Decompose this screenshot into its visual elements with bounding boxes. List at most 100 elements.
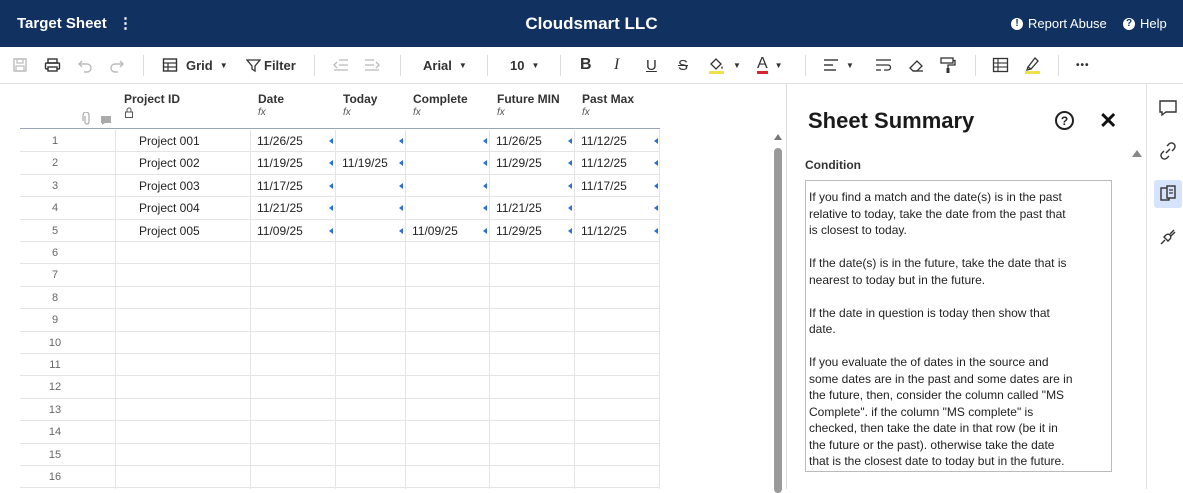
table-row[interactable]: 1 Project 001 11/26/25 11/26/25 11/12/25 (20, 130, 660, 153)
cell-project-id[interactable] (116, 332, 250, 354)
cell-project-id[interactable] (116, 399, 250, 421)
align-button[interactable]: ▼ (823, 55, 854, 75)
cell-complete[interactable] (405, 309, 489, 331)
row-number[interactable]: 4 (20, 202, 90, 214)
cell-today[interactable] (335, 444, 405, 466)
font-selector[interactable]: Arial ▼ (423, 55, 467, 75)
cell-project-id[interactable] (116, 309, 250, 331)
cell-past-max[interactable]: 11/12/25 (574, 152, 660, 174)
cell-project-id[interactable] (116, 264, 250, 286)
cell-future-min[interactable] (489, 466, 574, 488)
close-icon[interactable]: ✕ (1099, 108, 1117, 134)
cell-complete[interactable] (405, 376, 489, 398)
column-header-future-min[interactable]: Future MIN fx (489, 92, 574, 130)
table-row[interactable]: 12 (20, 376, 660, 399)
cell-complete[interactable] (405, 130, 489, 152)
cell-project-id[interactable]: Project 002 (116, 152, 250, 174)
cell-date[interactable] (250, 376, 335, 398)
cell-project-id[interactable] (116, 466, 250, 488)
cell-project-id[interactable]: Project 001 (116, 130, 250, 152)
cell-date[interactable] (250, 421, 335, 443)
cell-past-max[interactable] (574, 197, 660, 219)
row-number[interactable]: 11 (20, 359, 90, 371)
cell-project-id[interactable]: Project 005 (116, 220, 250, 242)
cell-past-max[interactable] (574, 242, 660, 264)
cell-complete[interactable] (405, 242, 489, 264)
cell-complete[interactable] (405, 152, 489, 174)
cell-date[interactable]: 11/17/25 (250, 175, 335, 197)
fill-color-button[interactable]: ▼ (708, 55, 741, 75)
cell-date[interactable] (250, 354, 335, 376)
strikethrough-button[interactable]: S (678, 55, 688, 75)
undo-icon[interactable] (77, 55, 93, 75)
cell-future-min[interactable] (489, 376, 574, 398)
cell-today[interactable] (335, 399, 405, 421)
cell-future-min[interactable] (489, 175, 574, 197)
redo-icon[interactable] (109, 55, 125, 75)
connector-plug-icon[interactable] (1154, 223, 1182, 251)
cell-future-min[interactable] (489, 287, 574, 309)
cell-past-max[interactable] (574, 399, 660, 421)
row-number[interactable]: 6 (20, 247, 90, 259)
cell-complete[interactable] (405, 399, 489, 421)
cell-past-max[interactable] (574, 332, 660, 354)
cell-past-max[interactable] (574, 354, 660, 376)
outdent-icon[interactable] (333, 55, 349, 75)
cell-date[interactable] (250, 264, 335, 286)
table-row[interactable]: 10 (20, 332, 660, 354)
cell-complete[interactable] (405, 264, 489, 286)
format-painter-icon[interactable] (940, 55, 956, 75)
cell-complete[interactable] (405, 175, 489, 197)
cell-today[interactable] (335, 130, 405, 152)
cell-today[interactable] (335, 309, 405, 331)
bold-button[interactable]: B (580, 55, 592, 75)
cell-today[interactable] (335, 376, 405, 398)
italic-button[interactable]: I (614, 55, 619, 75)
cell-complete[interactable] (405, 421, 489, 443)
table-row[interactable]: 9 (20, 309, 660, 332)
row-number[interactable]: 13 (20, 404, 90, 416)
cell-date[interactable]: 11/09/25 (250, 220, 335, 242)
condition-field[interactable]: If you find a match and the date(s) is i… (805, 180, 1112, 472)
row-number[interactable]: 1 (20, 135, 90, 147)
cell-future-min[interactable] (489, 354, 574, 376)
help-link[interactable]: ? Help (1123, 16, 1167, 31)
cell-project-id[interactable] (116, 421, 250, 443)
column-header-today[interactable]: Today fx (335, 92, 405, 130)
cell-past-max[interactable] (574, 309, 660, 331)
help-icon[interactable]: ? (1055, 111, 1074, 130)
cell-future-min[interactable] (489, 444, 574, 466)
filter-button[interactable]: Filter (246, 55, 296, 75)
cell-future-min[interactable]: 11/26/25 (489, 130, 574, 152)
cell-complete[interactable] (405, 197, 489, 219)
cell-complete[interactable]: 11/09/25 (405, 220, 489, 242)
save-icon[interactable] (12, 55, 28, 75)
print-icon[interactable] (44, 55, 61, 75)
view-selector[interactable]: Grid ▼ (162, 55, 228, 75)
comments-icon[interactable] (1154, 94, 1182, 122)
column-header-date[interactable]: Date fx (250, 92, 335, 130)
row-number[interactable]: 12 (20, 381, 90, 393)
cell-date[interactable]: 11/21/25 (250, 197, 335, 219)
cell-date[interactable] (250, 242, 335, 264)
cell-date[interactable] (250, 399, 335, 421)
column-header-past-max[interactable]: Past Max fx (574, 92, 660, 130)
cell-past-max[interactable] (574, 376, 660, 398)
table-row[interactable]: 2 Project 002 11/19/25 11/19/25 11/29/25 11/1… (20, 152, 660, 175)
cell-date[interactable] (250, 309, 335, 331)
cell-project-id[interactable] (116, 376, 250, 398)
row-number[interactable]: 8 (20, 292, 90, 304)
table-row[interactable]: 7 (20, 264, 660, 287)
row-number[interactable]: 10 (20, 337, 90, 349)
text-color-button[interactable]: A ▼ (757, 55, 783, 75)
table-row[interactable]: 8 (20, 287, 660, 310)
cell-today[interactable] (335, 421, 405, 443)
cell-date[interactable]: 11/26/25 (250, 130, 335, 152)
cell-past-max[interactable]: 11/17/25 (574, 175, 660, 197)
table-row[interactable]: 15 (20, 444, 660, 466)
cell-past-max[interactable] (574, 421, 660, 443)
cell-date[interactable]: 11/19/25 (250, 152, 335, 174)
cell-project-id[interactable]: Project 003 (116, 175, 250, 197)
cell-today[interactable] (335, 332, 405, 354)
cell-complete[interactable] (405, 332, 489, 354)
